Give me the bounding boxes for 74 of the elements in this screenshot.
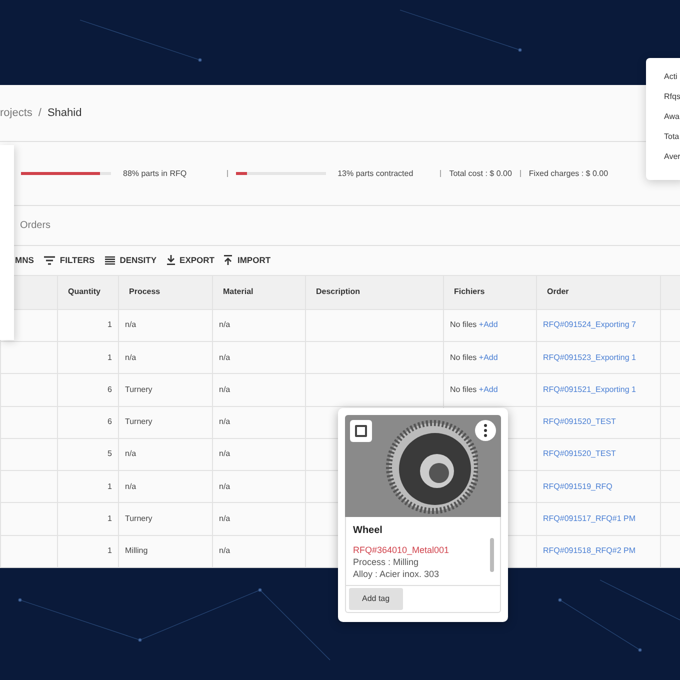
table-cell: 6 bbox=[58, 406, 118, 438]
upload-icon bbox=[224, 255, 232, 266]
add-tag-button[interactable]: Add tag bbox=[349, 588, 403, 610]
order-link[interactable]: RFQ#091524_Exporting 7 bbox=[536, 309, 660, 342]
table-cell: n/a bbox=[212, 502, 306, 536]
table-cell: Turnery bbox=[118, 374, 212, 406]
column-header: Description bbox=[306, 275, 444, 310]
part-detail: Alloy : Acier inox. 303 bbox=[353, 568, 440, 580]
scrollbar-thumb bbox=[490, 538, 494, 572]
column-header: Quantity bbox=[58, 275, 118, 310]
table-cell: Turnery bbox=[118, 406, 212, 438]
table-cell: 5 bbox=[58, 438, 118, 471]
more-options-button[interactable] bbox=[475, 420, 496, 441]
menu-item[interactable]: Acti bbox=[664, 71, 680, 83]
column-header: Fichiers bbox=[444, 275, 536, 310]
breadcrumb-current: Shahid bbox=[47, 106, 82, 121]
table-cell: n/a bbox=[212, 535, 306, 568]
filter-icon bbox=[44, 256, 55, 265]
add-link[interactable]: +Add bbox=[478, 320, 498, 330]
table-cell: n/a bbox=[118, 341, 212, 374]
toolbar-button[interactable]: FILTERS bbox=[44, 254, 95, 267]
column-header: Process bbox=[118, 275, 212, 310]
table-cell: n/a bbox=[212, 374, 306, 406]
table-cell: n/a bbox=[212, 470, 306, 503]
table-cell: Milling bbox=[118, 535, 212, 568]
cost-label: Total cost : $ 0.00 bbox=[449, 168, 512, 180]
column-header: Material bbox=[212, 275, 306, 310]
orders-tab[interactable]: Orders bbox=[20, 218, 51, 234]
order-link[interactable]: RFQ#091520_TEST bbox=[536, 406, 660, 438]
table-cell: n/a bbox=[212, 438, 306, 471]
file-status: No files bbox=[450, 384, 478, 394]
order-link[interactable]: RFQ#091517_RFQ#1 PM bbox=[536, 502, 660, 536]
order-link[interactable]: RFQ#091519_RFQ bbox=[536, 470, 660, 503]
checkbox[interactable] bbox=[355, 425, 367, 437]
file-status: No files bbox=[450, 320, 478, 330]
menu-item[interactable]: Tota bbox=[664, 131, 680, 143]
table-cell: n/a bbox=[118, 309, 212, 342]
menu-item[interactable]: Aver bbox=[664, 151, 680, 163]
table-cell: n/a bbox=[212, 309, 306, 342]
table-cell: n/a bbox=[118, 470, 212, 503]
progress-label: 13% parts contracted bbox=[338, 168, 414, 180]
menu-item[interactable]: Awa bbox=[664, 111, 680, 123]
table-cell: 1 bbox=[58, 341, 118, 374]
file-status: No files bbox=[450, 352, 478, 362]
add-link[interactable]: +Add bbox=[478, 384, 498, 394]
download-icon bbox=[166, 255, 175, 266]
table-cell: n/a bbox=[212, 406, 306, 438]
progress-label: 88% parts in RFQ bbox=[123, 168, 187, 180]
table-cell: 1 bbox=[58, 470, 118, 503]
table-cell: 6 bbox=[58, 374, 118, 406]
table-cell: Turnery bbox=[118, 502, 212, 536]
breadcrumb-link[interactable]: rojects bbox=[0, 104, 32, 122]
table-cell: n/a bbox=[212, 341, 306, 374]
table-cell: 1 bbox=[58, 535, 118, 568]
part-detail: Process : Milling bbox=[353, 556, 420, 568]
column-header: Order bbox=[536, 275, 660, 310]
order-link[interactable]: RFQ#091518_RFQ#2 PM bbox=[536, 535, 660, 568]
add-link[interactable]: +Add bbox=[478, 352, 498, 362]
reference-link[interactable]: RFQ#364010_Metal001 bbox=[353, 544, 493, 556]
cost-label: Fixed charges : $ 0.00 bbox=[528, 168, 608, 180]
order-link[interactable]: RFQ#091523_Exporting 1 bbox=[536, 341, 660, 374]
menu-item[interactable]: Rfqs bbox=[664, 91, 680, 103]
toolbar-button[interactable]: DENSITY bbox=[104, 254, 157, 267]
order-link[interactable]: RFQ#091520_TEST bbox=[536, 438, 660, 471]
part-title: Wheel bbox=[353, 524, 384, 538]
table-cell: n/a bbox=[118, 438, 212, 471]
table-cell: 1 bbox=[58, 502, 118, 536]
density-icon bbox=[104, 256, 115, 265]
order-link[interactable]: RFQ#091521_Exporting 1 bbox=[536, 374, 660, 406]
table-cell: 1 bbox=[58, 309, 118, 342]
toolbar-button[interactable]: EXPORT bbox=[166, 254, 214, 267]
breadcrumb-separator: / bbox=[38, 106, 42, 121]
toolbar-button[interactable]: IMPORT bbox=[224, 254, 271, 267]
toolbar-button[interactable]: MNS bbox=[15, 254, 34, 267]
